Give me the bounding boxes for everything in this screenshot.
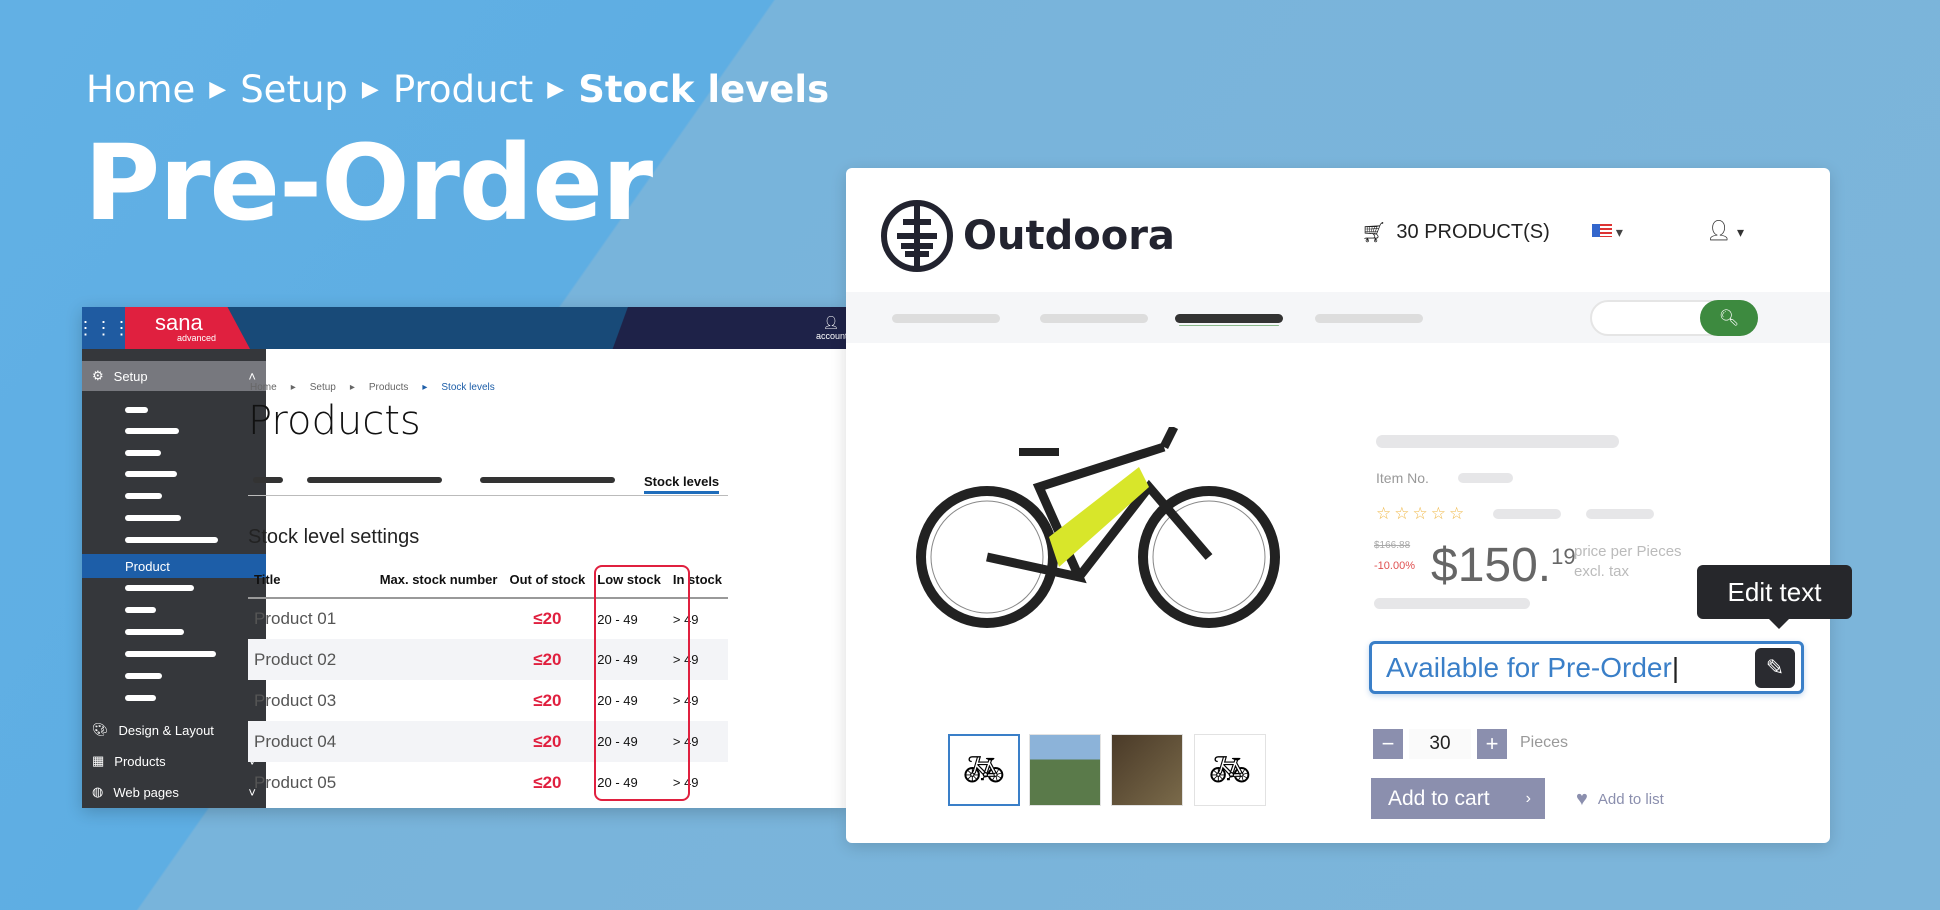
add-to-list-button[interactable]: ♥ Add to list — [1576, 788, 1664, 811]
table-cell: Product 04 — [248, 721, 374, 762]
thumbnail[interactable]: 🚲︎ — [948, 734, 1020, 806]
edit-text-field[interactable]: Available for Pre-Order | ✎ — [1369, 641, 1804, 694]
table-cell: ≤20 — [503, 721, 592, 762]
admin-breadcrumb: Home ▸ Setup ▸ Products ▸ Stock levels — [250, 382, 495, 393]
table-cell — [374, 762, 504, 803]
old-price: $166.88 — [1374, 540, 1411, 551]
table-cell: ≤20 — [533, 609, 562, 628]
pencil-icon[interactable]: ✎ — [1755, 648, 1795, 688]
increase-quantity-button[interactable]: + — [1477, 729, 1507, 759]
hero-title: Pre-Order — [84, 122, 653, 244]
thumbnail[interactable] — [1111, 734, 1183, 806]
rating-stars[interactable]: ☆☆☆☆☆ — [1376, 504, 1467, 524]
nav-item[interactable] — [1040, 314, 1148, 323]
cart-button[interactable]: 🛒︎ 30 PRODUCT(S) — [1361, 220, 1550, 245]
item-no-label: Item No. — [1376, 470, 1429, 486]
search-icon: 🔍︎ — [1718, 310, 1740, 327]
discount: -10.00% — [1374, 560, 1415, 572]
crumb-link[interactable]: Setup — [310, 382, 336, 393]
tab[interactable] — [480, 477, 615, 483]
crumb-product: Product — [392, 68, 534, 111]
qr-grid-icon: ▦ — [92, 753, 105, 768]
out-of-stock-highlight — [594, 565, 690, 801]
table-cell: ≤20 — [533, 690, 562, 710]
store-window: Outdoora 🛒︎ 30 PRODUCT(S) ▾ 👤︎ ▾ 🔍︎ 🚲︎ 🚲︎… — [846, 168, 1830, 843]
palette-icon: 🎨︎ — [92, 722, 109, 737]
tab[interactable] — [307, 477, 442, 483]
admin-main: Home ▸ Setup ▸ Products ▸ Stock levels Product… — [248, 349, 846, 808]
sidebar-item-design-layout[interactable]: 🎨︎Design & Layout˅ — [82, 715, 266, 745]
thumbnail[interactable] — [1029, 734, 1101, 806]
user-icon: 👤︎ — [822, 315, 840, 330]
table-cell: Product 01 — [254, 609, 337, 628]
account-menu[interactable]: 👤︎ ▾ — [1706, 218, 1744, 243]
us-flag-icon — [1592, 224, 1612, 237]
cart-icon: 🛒︎ — [1361, 222, 1387, 244]
bike-image — [916, 427, 1280, 628]
crumb-link[interactable]: Home — [250, 382, 277, 393]
price-note: price per Pieces excl. tax — [1574, 543, 1682, 580]
nav-item-active[interactable] — [1175, 314, 1283, 323]
edit-text-tooltip: Edit text — [1697, 565, 1852, 629]
hero-breadcrumb: Home ▶ Setup ▶ Product ▶ Stock levels — [86, 68, 829, 111]
user-icon: 👤︎ — [1706, 220, 1732, 242]
apps-grid-icon[interactable]: ⋮⋮⋮ — [82, 307, 131, 349]
triangle-right-icon: ▶ — [361, 77, 379, 102]
quantity-input[interactable]: 30 — [1409, 729, 1471, 759]
tab[interactable] — [253, 477, 283, 483]
account-button[interactable]: 👤︎ account — [816, 315, 846, 341]
tab-stock-levels[interactable]: Stock levels — [644, 474, 720, 494]
thumbnail[interactable]: 🚲︎ — [1194, 734, 1266, 806]
decrease-quantity-button[interactable]: − — [1373, 729, 1403, 759]
crumb-setup: Setup — [240, 68, 348, 111]
table-cell: Product 05 — [254, 772, 337, 792]
price: $150.19 — [1431, 539, 1576, 592]
table-cell — [374, 680, 504, 721]
sidebar-item-product[interactable]: Product — [82, 554, 266, 578]
table-cell: ≤20 — [503, 639, 592, 680]
add-to-cart-button[interactable]: Add to cart › — [1371, 778, 1545, 819]
heart-icon: ♥ — [1576, 788, 1588, 810]
nav-item[interactable] — [892, 314, 1000, 323]
triangle-right-icon: ▶ — [547, 77, 565, 102]
sidebar-item-setup[interactable]: ⚙ Setup ˄ — [82, 361, 266, 391]
col-title: Title — [248, 562, 374, 599]
chevron-right-icon: › — [1525, 789, 1531, 807]
gear-icon: ⚙ — [92, 368, 104, 383]
table-cell: ≤20 — [533, 772, 562, 792]
unit-label: Pieces — [1520, 734, 1569, 751]
page-title: Products — [248, 398, 421, 444]
crumb-link[interactable]: Products — [369, 382, 408, 393]
sidebar-item-web-pages[interactable]: ◍ Web pages ˅ — [82, 777, 266, 807]
nav-item[interactable] — [1315, 314, 1423, 323]
col-max: Max. stock number — [373, 562, 504, 599]
crumb-current: Stock levels — [441, 382, 495, 393]
table-cell — [374, 598, 504, 639]
sidebar-item-products[interactable]: ▦Products˅ — [82, 746, 266, 776]
crumb-home: Home — [86, 68, 196, 111]
sidebar: ⚙Setup˄ Product 🎨︎Design & Layout˅ ▦Prod… — [82, 349, 266, 808]
col-out: Out of stock — [503, 562, 592, 599]
table-cell: Product 02 — [248, 639, 374, 680]
outdoora-logo[interactable]: Outdoora — [881, 200, 1175, 272]
search-input[interactable]: 🔍︎ — [1590, 300, 1758, 336]
section-title: Stock level settings — [248, 526, 420, 548]
crumb-stock-levels: Stock levels — [578, 68, 830, 111]
globe-icon: ◍ — [92, 784, 104, 799]
admin-window: ⋮⋮⋮ sana advanced 👤︎ account ⚙ Setup ˄ Produ… — [82, 307, 846, 808]
table-cell — [373, 721, 504, 762]
table-cell: Product 03 — [254, 690, 337, 710]
table-cell — [373, 639, 504, 680]
triangle-right-icon: ▶ — [209, 77, 227, 102]
language-selector[interactable]: ▾ — [1592, 224, 1623, 241]
search-button[interactable]: 🔍︎ — [1700, 300, 1758, 336]
tree-logo-icon — [881, 200, 953, 272]
